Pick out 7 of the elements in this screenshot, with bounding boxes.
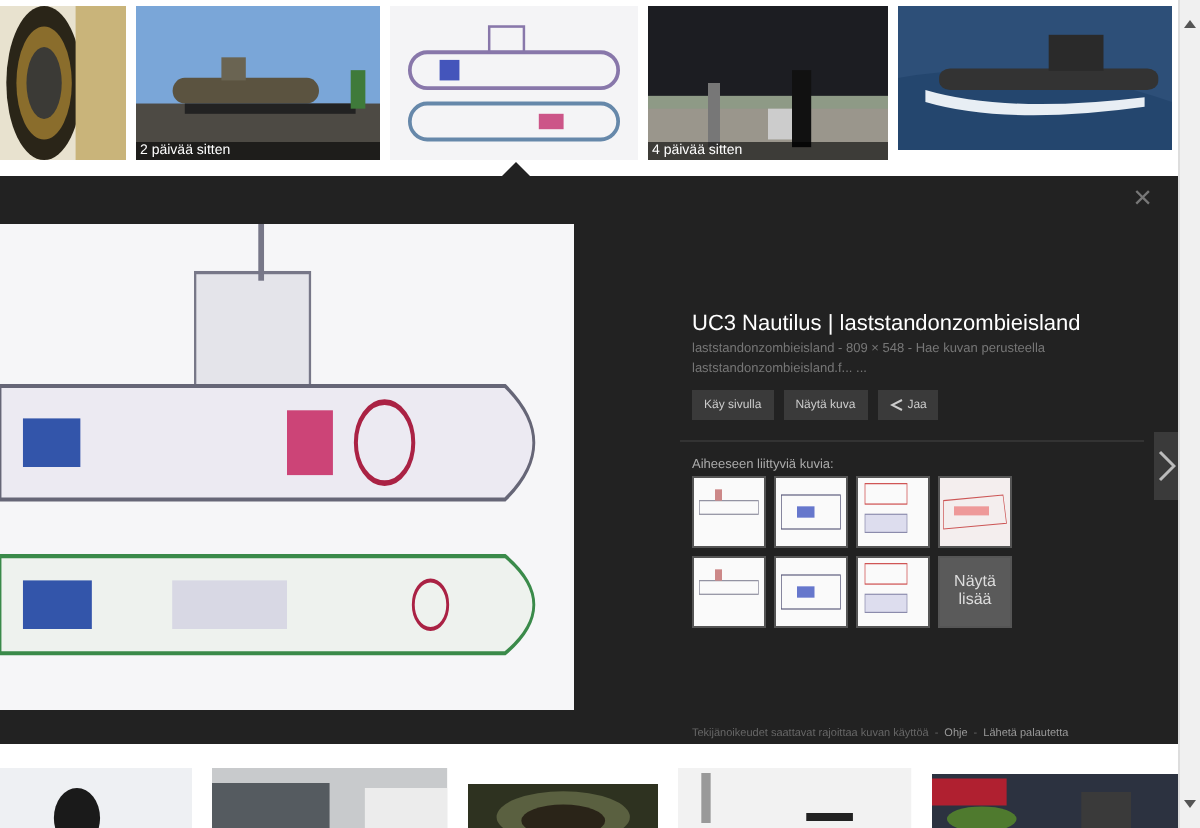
show-more-button[interactable]: Näytä lisää — [940, 558, 1010, 626]
scrollbar[interactable] — [1178, 0, 1200, 828]
image-title[interactable]: UC3 Nautilus | laststandonzombieisland — [692, 312, 1152, 336]
next-button[interactable] — [1154, 432, 1180, 500]
close-button[interactable]: × — [1133, 184, 1152, 216]
chevron-right-icon — [1158, 450, 1176, 482]
share-icon — [889, 398, 904, 412]
